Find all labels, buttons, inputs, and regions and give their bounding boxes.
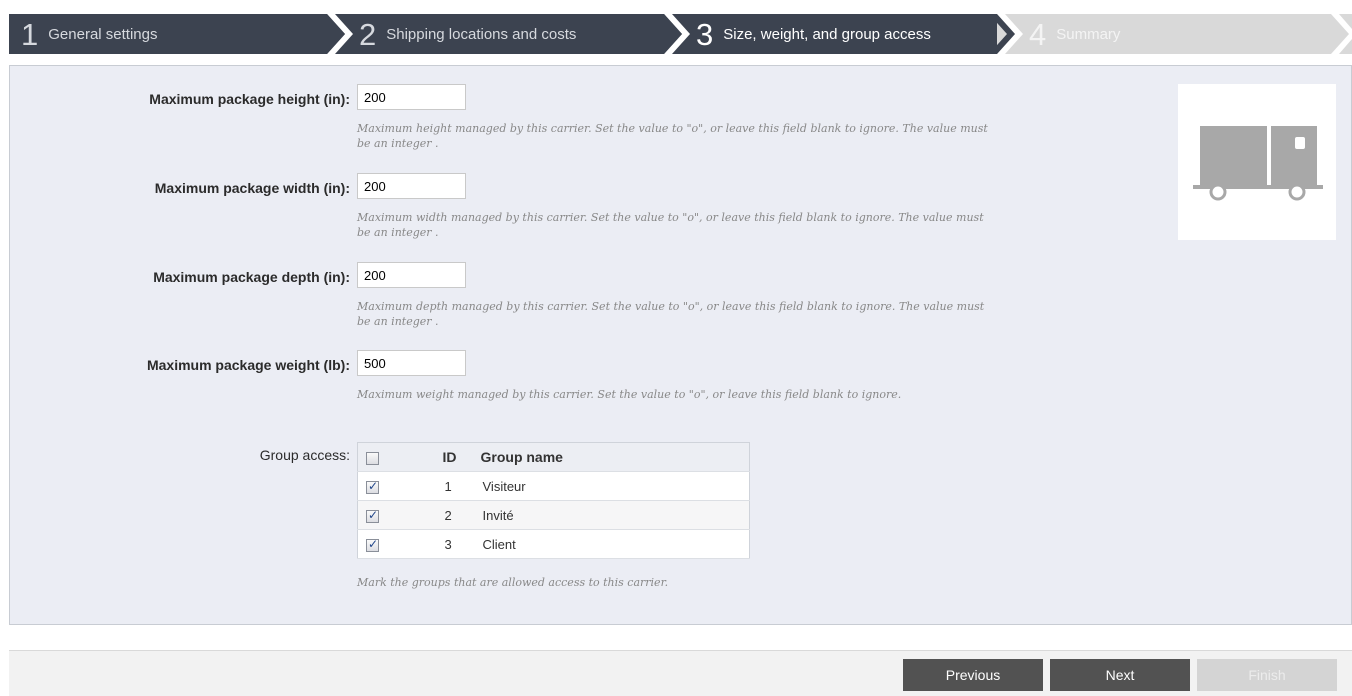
table-row[interactable]: 2 Invité	[357, 500, 750, 530]
table-header-row: ID Group name	[357, 442, 750, 472]
finish-button[interactable]: Finish	[1197, 659, 1337, 691]
max-weight-input[interactable]	[357, 350, 466, 376]
truck-icon	[1193, 126, 1323, 201]
step-label: Summary	[1056, 25, 1121, 43]
height-label: Maximum package height (in):	[149, 91, 350, 107]
max-height-input[interactable]	[357, 84, 466, 110]
table-row[interactable]: 1 Visiteur	[357, 471, 750, 501]
group-access-table: ID Group name 1 Visiteur 2 Invité 3 Clie…	[357, 442, 750, 559]
previous-button[interactable]: Previous	[903, 659, 1043, 691]
width-help: Maximum width managed by this carrier. S…	[357, 211, 984, 239]
group-id-cell: 2	[409, 500, 481, 530]
group-name-column-header: Group name	[480, 442, 750, 472]
max-depth-input[interactable]	[357, 262, 466, 288]
step-number: 4	[1029, 16, 1047, 52]
select-all-cell	[357, 442, 410, 472]
group-checkbox[interactable]	[366, 508, 379, 523]
wizard-step-3[interactable]: 3 Size, weight, and group access	[664, 14, 997, 54]
id-column-header: ID	[409, 442, 481, 472]
step-label: General settings	[48, 25, 158, 43]
group-id-cell: 1	[409, 471, 481, 501]
group-access-label: Group access:	[259, 447, 350, 463]
step-number: 1	[21, 16, 39, 52]
group-name-cell: Invité	[480, 500, 750, 530]
group-name-cell: Visiteur	[480, 471, 750, 501]
select-all-checkbox[interactable]	[366, 451, 379, 465]
wizard-step-2[interactable]: 2 Shipping locations and costs	[327, 14, 664, 54]
wizard-steps: 1 General settings 2 Shipping locations …	[9, 14, 1352, 54]
depth-help: Maximum depth managed by this carrier. S…	[357, 300, 985, 328]
next-button[interactable]: Next	[1050, 659, 1190, 691]
table-row[interactable]: 3 Client	[357, 529, 750, 559]
wizard-footer: Previous Next Finish	[9, 650, 1352, 696]
depth-label: Maximum package depth (in):	[153, 269, 350, 285]
step-label: Shipping locations and costs	[386, 25, 577, 43]
step-number: 2	[359, 16, 377, 52]
carrier-logo	[1178, 84, 1336, 240]
group-id-cell: 3	[409, 529, 481, 559]
weight-label: Maximum package weight (lb):	[146, 357, 350, 373]
wizard-step-1[interactable]: 1 General settings	[9, 14, 327, 54]
height-help: Maximum height managed by this carrier. …	[357, 122, 988, 150]
weight-help: Maximum weight managed by this carrier. …	[357, 388, 902, 401]
carrier-size-form: Maximum package height (in): Maximum hei…	[9, 65, 1352, 625]
group-checkbox[interactable]	[366, 537, 379, 552]
group-checkbox[interactable]	[366, 479, 379, 494]
width-label: Maximum package width (in):	[154, 180, 350, 196]
step-number: 3	[696, 16, 714, 52]
step-label: Size, weight, and group access	[723, 25, 931, 43]
wizard-step-4[interactable]: 4 Summary	[997, 14, 1337, 54]
max-width-input[interactable]	[357, 173, 466, 199]
group-name-cell: Client	[480, 529, 750, 559]
group-access-help: Mark the groups that are allowed access …	[357, 576, 669, 589]
